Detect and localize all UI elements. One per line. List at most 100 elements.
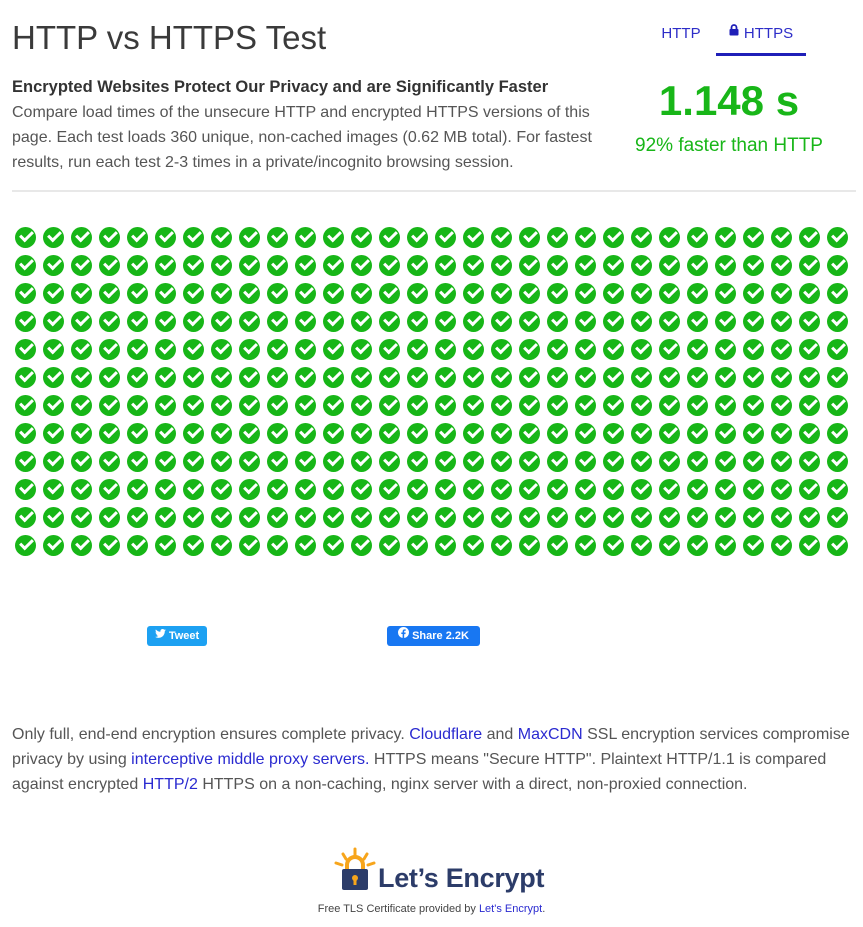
- green-check-icon: [379, 451, 400, 472]
- green-check-icon: [547, 283, 568, 304]
- cloudflare-link[interactable]: Cloudflare: [409, 726, 482, 743]
- proxy-servers-link[interactable]: interceptive middle proxy servers.: [131, 751, 369, 768]
- green-check-icon: [127, 395, 148, 416]
- green-check-icon: [435, 311, 456, 332]
- green-check-icon: [155, 395, 176, 416]
- green-check-icon: [43, 479, 64, 500]
- green-check-icon: [659, 311, 680, 332]
- green-check-icon: [519, 535, 540, 556]
- tab-http-label: HTTP: [661, 25, 701, 42]
- green-check-icon: [15, 311, 36, 332]
- green-check-icon: [15, 227, 36, 248]
- green-check-icon: [715, 479, 736, 500]
- green-check-icon: [519, 255, 540, 276]
- green-check-icon: [715, 227, 736, 248]
- green-check-icon: [743, 367, 764, 388]
- green-check-icon: [603, 535, 624, 556]
- green-check-icon: [491, 507, 512, 528]
- green-check-icon: [127, 227, 148, 248]
- green-check-icon: [127, 283, 148, 304]
- green-check-icon: [435, 367, 456, 388]
- http2-link[interactable]: HTTP/2: [143, 776, 198, 793]
- green-check-icon: [15, 507, 36, 528]
- page-title: HTTP vs HTTPS Test: [12, 19, 327, 56]
- green-check-icon: [547, 311, 568, 332]
- green-check-icon: [603, 423, 624, 444]
- green-check-icon: [211, 479, 232, 500]
- green-check-icon: [463, 227, 484, 248]
- green-check-icon: [771, 451, 792, 472]
- green-check-icon: [771, 311, 792, 332]
- green-check-icon: [575, 479, 596, 500]
- green-check-icon: [379, 535, 400, 556]
- green-check-icon: [183, 283, 204, 304]
- green-check-icon: [799, 507, 820, 528]
- green-check-icon: [743, 339, 764, 360]
- green-check-icon: [575, 227, 596, 248]
- green-check-icon: [771, 255, 792, 276]
- green-check-icon: [547, 227, 568, 248]
- facebook-share-button[interactable]: Share 2.2K: [387, 626, 480, 646]
- green-check-icon: [519, 451, 540, 472]
- lets-encrypt-link[interactable]: Let's Encrypt: [479, 903, 542, 915]
- lets-encrypt-lock-icon: [334, 847, 376, 890]
- green-check-icon: [239, 339, 260, 360]
- footer-caption: Free TLS Certificate provided by Let's E…: [0, 902, 863, 916]
- footer-caption-text: Free TLS Certificate provided by: [317, 903, 479, 915]
- green-check-icon: [351, 339, 372, 360]
- green-check-icon: [99, 367, 120, 388]
- divider: [12, 190, 856, 192]
- green-check-icon: [183, 423, 204, 444]
- green-check-icon: [407, 311, 428, 332]
- green-check-icon: [155, 367, 176, 388]
- green-check-icon: [183, 395, 204, 416]
- green-check-icon: [127, 423, 148, 444]
- green-check-icon: [155, 283, 176, 304]
- green-check-icon: [239, 535, 260, 556]
- green-check-icon: [771, 283, 792, 304]
- green-check-icon: [743, 507, 764, 528]
- green-check-icon: [99, 283, 120, 304]
- green-check-icon: [659, 367, 680, 388]
- footer-caption-end: .: [542, 903, 546, 915]
- green-check-icon: [687, 283, 708, 304]
- green-check-icon: [603, 451, 624, 472]
- green-check-icon: [519, 507, 540, 528]
- green-check-icon: [183, 311, 204, 332]
- tab-https[interactable]: HTTPS: [716, 20, 806, 56]
- green-check-icon: [631, 367, 652, 388]
- green-check-icon: [687, 423, 708, 444]
- green-check-icon: [575, 423, 596, 444]
- green-check-icon: [659, 255, 680, 276]
- green-check-icon: [43, 255, 64, 276]
- green-check-icon: [239, 451, 260, 472]
- green-check-icon: [99, 451, 120, 472]
- green-check-icon: [659, 395, 680, 416]
- green-check-icon: [239, 479, 260, 500]
- green-check-icon: [435, 395, 456, 416]
- green-check-icon: [379, 227, 400, 248]
- green-check-icon: [71, 423, 92, 444]
- green-check-icon: [771, 507, 792, 528]
- green-check-icon: [323, 255, 344, 276]
- privacy-text-1: Only full, end-end encryption ensures co…: [12, 726, 410, 743]
- maxcdn-link[interactable]: MaxCDN: [518, 726, 583, 743]
- green-check-icon: [519, 227, 540, 248]
- green-check-icon: [351, 535, 372, 556]
- green-check-icon: [183, 535, 204, 556]
- green-check-icon: [519, 367, 540, 388]
- green-check-icon: [267, 339, 288, 360]
- green-check-icon: [631, 227, 652, 248]
- green-check-icon: [351, 283, 372, 304]
- green-check-icon: [295, 227, 316, 248]
- green-check-icon: [547, 479, 568, 500]
- green-check-icon: [519, 311, 540, 332]
- green-check-icon: [799, 227, 820, 248]
- green-check-icon: [71, 255, 92, 276]
- green-check-icon: [827, 479, 848, 500]
- green-check-icon: [799, 255, 820, 276]
- tab-http[interactable]: HTTP: [645, 20, 717, 53]
- green-check-icon: [547, 395, 568, 416]
- green-check-icon: [799, 423, 820, 444]
- tweet-button[interactable]: Tweet: [147, 626, 207, 646]
